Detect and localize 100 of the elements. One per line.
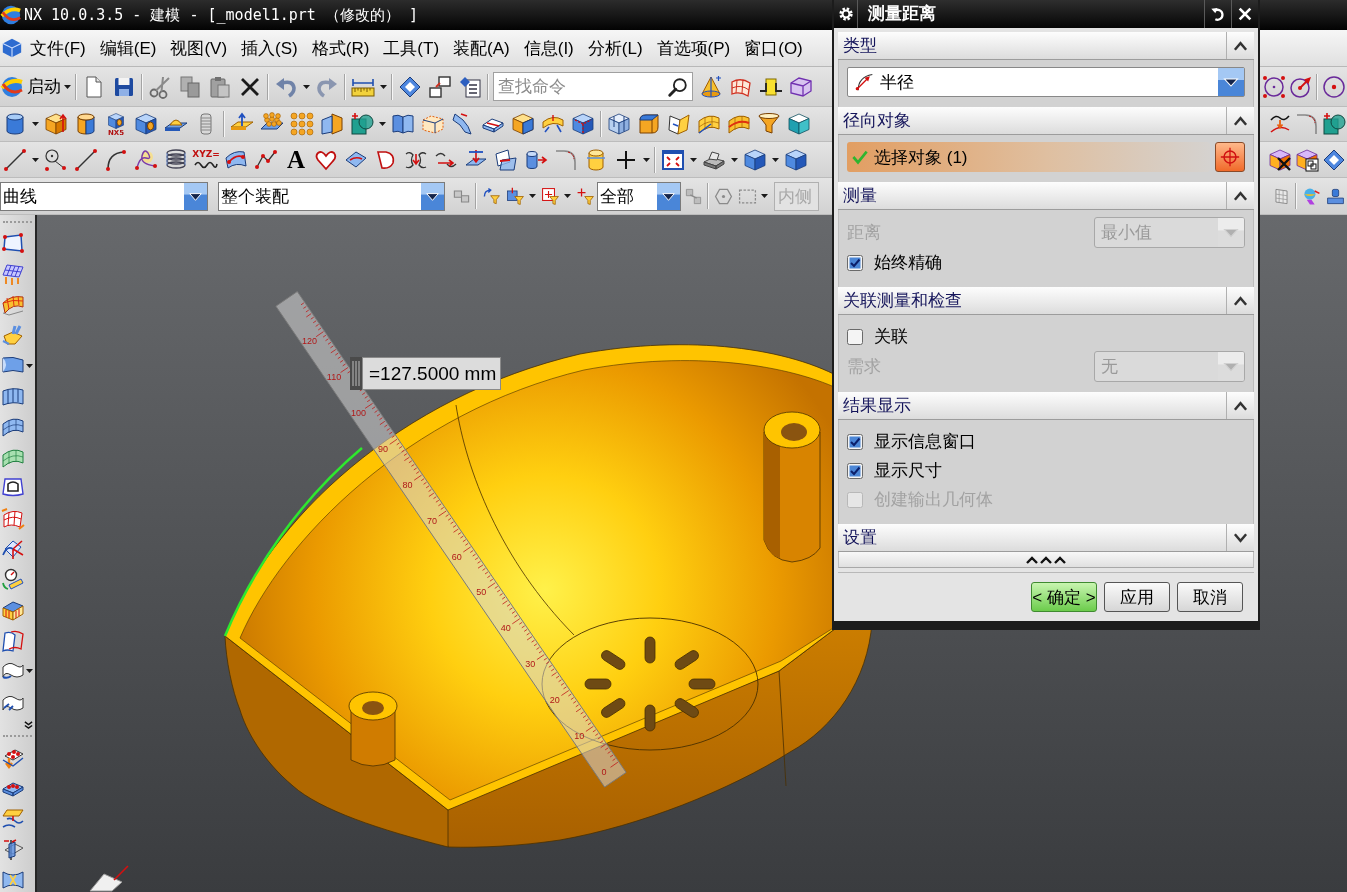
funnel-arrow-icon[interactable]	[481, 186, 501, 206]
caret-icon[interactable]	[26, 364, 33, 369]
paint-sphere-icon[interactable]	[1301, 186, 1321, 206]
caret-icon[interactable]	[32, 157, 39, 162]
line-icon[interactable]	[3, 147, 27, 172]
circle-center-icon[interactable]	[1321, 74, 1346, 99]
grip-handle-icon[interactable]	[350, 357, 362, 390]
intersect-curve-icon[interactable]	[494, 147, 518, 172]
checkbox[interactable]	[847, 433, 863, 450]
caret-icon[interactable]	[643, 157, 650, 162]
funnel-solid-icon[interactable]	[757, 112, 781, 136]
cube-hole-icon[interactable]	[134, 112, 158, 136]
chevron-up-icon[interactable]	[1233, 400, 1248, 411]
caret-icon[interactable]	[380, 84, 387, 89]
caret-icon[interactable]	[303, 84, 310, 89]
circle-radius-icon[interactable]	[1288, 74, 1313, 99]
section-header[interactable]: 设置	[838, 524, 1254, 552]
dot-grid-icon[interactable]	[290, 112, 314, 136]
fit-window-icon[interactable]	[661, 147, 685, 172]
dialog-button[interactable]: < 确定 >	[1031, 582, 1097, 612]
checkbox[interactable]	[847, 328, 863, 345]
settings-icon[interactable]	[837, 6, 854, 22]
caret-icon[interactable]	[690, 157, 697, 162]
type-dropdown[interactable]: 半径	[847, 67, 1245, 97]
striped-sheet-icon[interactable]	[727, 112, 751, 136]
caret-icon[interactable]	[529, 194, 536, 198]
search-icon[interactable]	[667, 75, 689, 98]
section-header[interactable]: 径向对象	[838, 107, 1254, 135]
caret-icon[interactable]	[761, 194, 768, 198]
grid-sheet-arrows-icon[interactable]	[1, 506, 25, 531]
point-line-icon[interactable]	[44, 147, 68, 172]
helix-icon[interactable]	[164, 147, 188, 172]
axes-sheet-icon[interactable]	[1, 537, 25, 562]
snap-filter-dropdown[interactable]: 全部	[597, 181, 681, 211]
globe-icon[interactable]	[0, 74, 24, 99]
cube-plane-icon[interactable]	[320, 112, 344, 136]
cone-icon[interactable]	[699, 74, 723, 99]
caret-icon[interactable]	[26, 669, 33, 674]
section-header[interactable]: 结果显示	[838, 392, 1254, 420]
scissors-icon[interactable]	[148, 74, 172, 99]
menu-item[interactable]: 插入(S)	[234, 34, 305, 62]
paste-icon[interactable]	[208, 74, 232, 99]
square-circle-icon[interactable]	[350, 112, 374, 136]
menu-item[interactable]: 工具(T)	[376, 34, 447, 62]
line-icon[interactable]	[74, 147, 98, 172]
gauge-icon[interactable]	[1, 567, 25, 592]
striped-box-icon[interactable]	[1, 598, 25, 623]
menu-item[interactable]: 格式(R)	[304, 34, 377, 62]
chevron-up-icon[interactable]	[1233, 295, 1248, 306]
chevrons-up-icon[interactable]	[1026, 555, 1066, 564]
chevron-up-icon[interactable]	[1233, 40, 1248, 51]
checkbox[interactable]	[847, 462, 863, 479]
cube-cross-icon[interactable]	[1267, 147, 1292, 172]
two-squares-icon[interactable]	[428, 74, 452, 99]
caret-icon[interactable]	[772, 157, 779, 162]
cube-icon[interactable]	[107, 111, 125, 130]
round-cube-icon[interactable]	[637, 112, 661, 136]
square-circle-icon[interactable]	[1321, 112, 1346, 136]
menu-item[interactable]: 信息(I)	[516, 34, 581, 62]
sheet-diagonal-icon[interactable]	[697, 112, 721, 136]
cylinder-icon[interactable]	[3, 112, 27, 136]
split-cylinder-icon[interactable]	[74, 112, 98, 136]
grid-arrows-icon[interactable]	[1, 262, 25, 287]
list-document-icon[interactable]	[458, 74, 482, 99]
type-filter-dropdown[interactable]: 曲线	[0, 181, 208, 211]
box-arrow-icon[interactable]	[44, 112, 68, 136]
caret-icon[interactable]	[564, 194, 571, 198]
circle-points-icon[interactable]	[1261, 74, 1286, 99]
twisted-sheet-icon[interactable]	[451, 112, 475, 136]
cut-cube-icon[interactable]	[511, 112, 535, 136]
wire-cube-icon[interactable]	[789, 74, 813, 99]
stamp-icon[interactable]	[1325, 186, 1345, 206]
caret-icon[interactable]	[32, 122, 39, 126]
surface-mesh-icon[interactable]	[1, 293, 25, 318]
double-chevron-icon[interactable]	[24, 720, 33, 730]
split-box-icon[interactable]	[607, 112, 631, 136]
menu-item[interactable]: 首选项(P)	[649, 34, 738, 62]
menu-item[interactable]: 编辑(E)	[92, 34, 164, 62]
reset-icon[interactable]	[1210, 6, 1226, 22]
selection-field[interactable]: 选择对象 (1)	[847, 142, 1210, 172]
caret-icon[interactable]	[731, 157, 738, 162]
diamond-icon[interactable]	[398, 74, 422, 99]
menu-item[interactable]: 文件(F)	[23, 34, 93, 62]
fillet-corner-icon[interactable]	[554, 147, 578, 172]
solid-cube-icon[interactable]	[743, 147, 767, 172]
copy-icon[interactable]	[178, 74, 202, 99]
plain-cube-icon[interactable]	[787, 112, 811, 136]
box-funnel-icon[interactable]	[505, 186, 525, 206]
dialog-button[interactable]: 取消	[1177, 582, 1243, 612]
cube-box-icon[interactable]	[1294, 147, 1319, 172]
open-book-icon[interactable]	[391, 112, 415, 136]
cylinder-band-icon[interactable]	[584, 147, 608, 172]
cube-icon[interactable]	[1, 37, 23, 59]
caret-icon[interactable]	[64, 84, 71, 89]
section-header[interactable]: 关联测量和检查	[838, 287, 1254, 315]
law-curve-button[interactable]: XYZ=	[191, 144, 221, 175]
menu-item[interactable]: 分析(L)	[580, 34, 650, 62]
menu-item[interactable]: 视图(V)	[163, 34, 235, 62]
chevron-up-icon[interactable]	[1233, 115, 1248, 126]
menu-item[interactable]: 窗口(O)	[737, 34, 810, 62]
